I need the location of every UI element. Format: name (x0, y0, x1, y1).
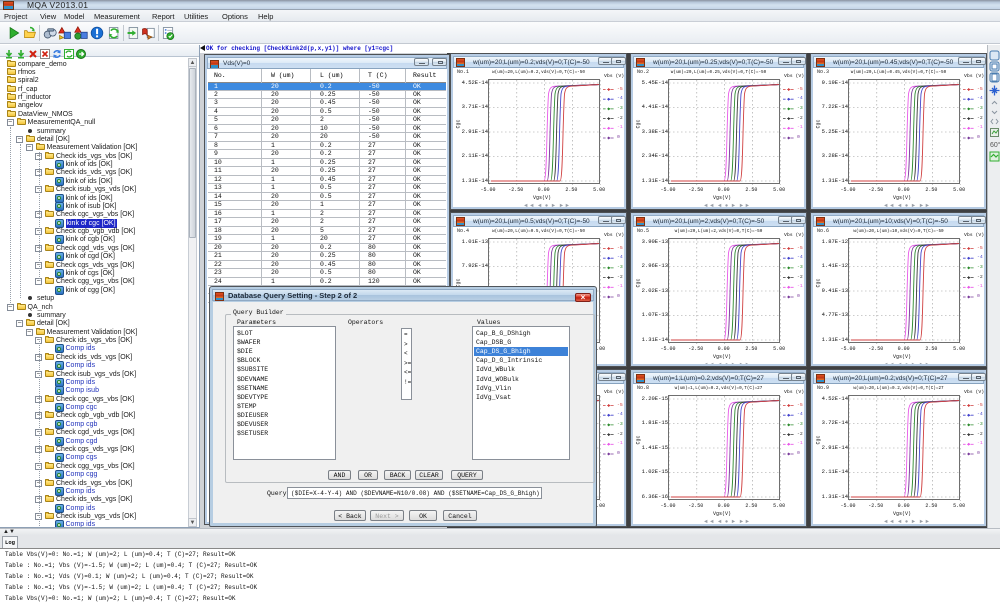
svg-text:60°: 60° (990, 141, 1000, 149)
